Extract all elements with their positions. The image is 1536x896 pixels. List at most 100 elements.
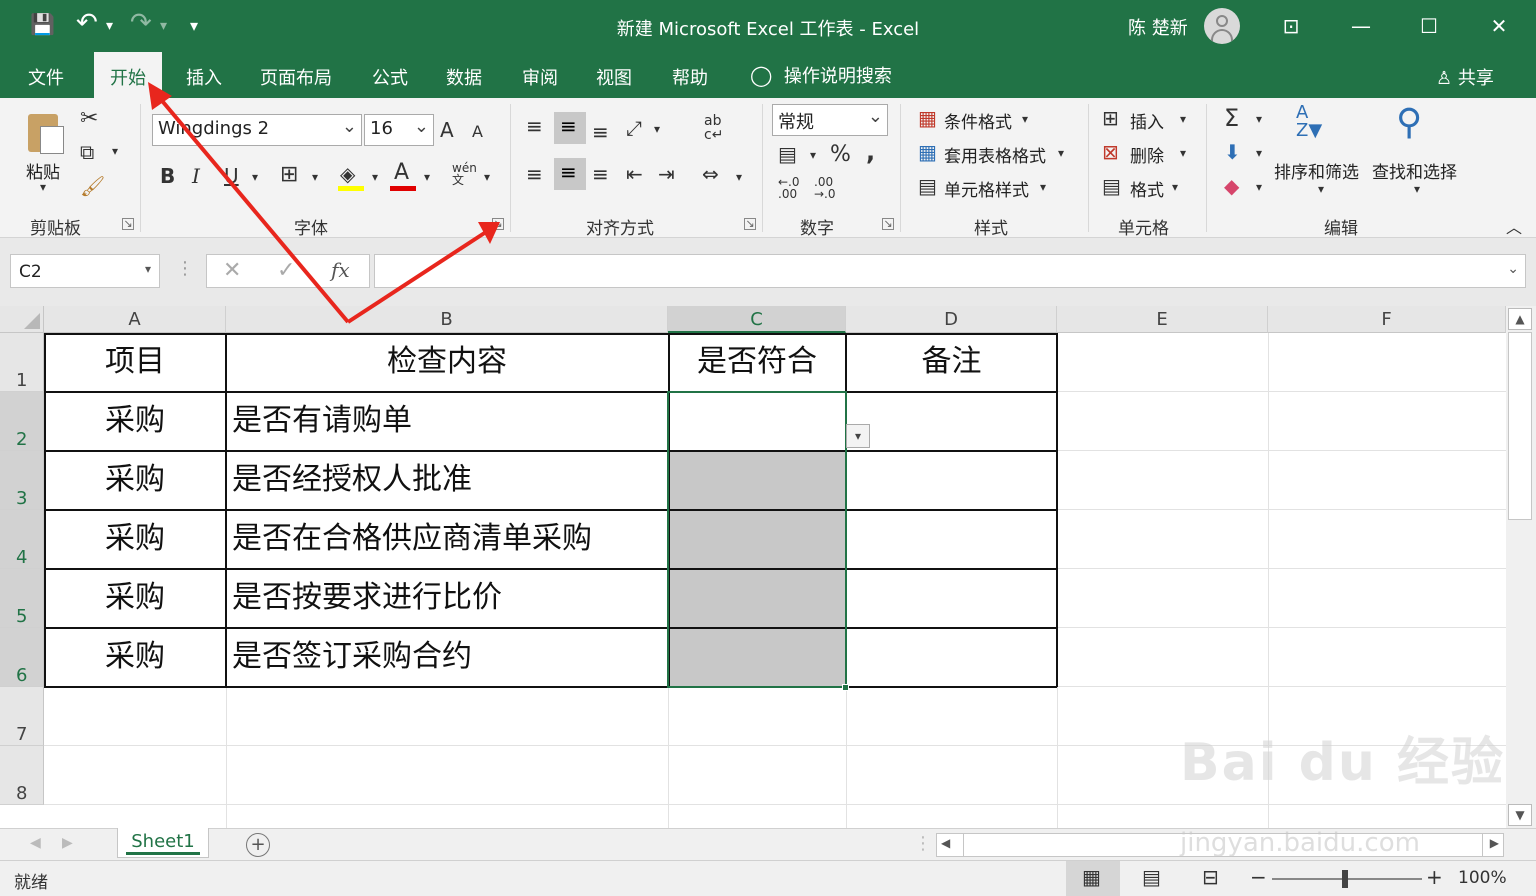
column-header-b[interactable]: B	[226, 306, 668, 333]
tab-insert[interactable]: 插入	[186, 64, 222, 90]
cell-a4[interactable]: 采购	[44, 510, 226, 569]
row-header-8[interactable]: 8	[0, 746, 44, 805]
cell-d4[interactable]	[846, 510, 1057, 569]
user-name[interactable]: 陈 楚新	[1128, 14, 1188, 40]
align-right-icon[interactable]: ≡	[592, 162, 609, 186]
align-center-button[interactable]: ≡	[554, 158, 586, 190]
format-as-table-button[interactable]: 套用表格格式	[944, 142, 1046, 167]
sheet-tab-sheet1[interactable]: Sheet1	[117, 828, 209, 858]
phonetic-guide-icon[interactable]: wén 文	[452, 162, 477, 186]
cell-b6[interactable]: 是否签订采购合约	[226, 628, 668, 687]
column-header-d[interactable]: D	[846, 306, 1057, 333]
font-color-icon[interactable]: A	[394, 160, 409, 185]
format-dropdown-icon[interactable]: ▾	[1172, 180, 1178, 194]
decrease-decimal-icon[interactable]: .00 →.0	[814, 176, 836, 200]
vertical-scrollbar[interactable]: ▲ ▼	[1506, 306, 1536, 828]
redo-dropdown-icon[interactable]: ▾	[160, 18, 167, 34]
ribbon-display-options-icon[interactable]: ⊡	[1268, 10, 1314, 42]
minimize-button[interactable]: —	[1338, 10, 1384, 42]
alignment-launcher-icon[interactable]: ↘	[744, 218, 756, 230]
cell-d6[interactable]	[846, 628, 1057, 687]
conditional-format-button[interactable]: 条件格式	[944, 108, 1012, 133]
vertical-scroll-thumb[interactable]	[1508, 332, 1532, 520]
orientation-icon[interactable]: ⤢	[626, 116, 642, 140]
underline-dropdown-icon[interactable]: ▾	[252, 170, 258, 184]
avatar[interactable]	[1204, 8, 1240, 44]
increase-indent-icon[interactable]: ⇥	[658, 162, 675, 186]
zoom-out-button[interactable]: −	[1250, 865, 1267, 889]
grow-font-icon[interactable]: A	[440, 118, 454, 142]
column-header-e[interactable]: E	[1057, 306, 1268, 333]
delete-dropdown-icon[interactable]: ▾	[1180, 146, 1186, 160]
cell-styles-dropdown-icon[interactable]: ▾	[1040, 180, 1046, 194]
phonetic-dropdown-icon[interactable]: ▾	[484, 170, 490, 184]
page-break-view-icon[interactable]: ⊟	[1202, 865, 1219, 889]
column-header-c[interactable]: C	[668, 306, 846, 333]
cell-a2[interactable]: 采购	[44, 392, 226, 451]
tab-file[interactable]: 文件	[28, 64, 64, 90]
row-header-7[interactable]: 7	[0, 687, 44, 746]
collapse-ribbon-icon[interactable]: ︿	[1506, 214, 1522, 238]
format-cells-icon[interactable]: ▤	[1102, 174, 1121, 198]
font-launcher-icon[interactable]: ↘	[492, 218, 504, 230]
cell-b5[interactable]: 是否按要求进行比价	[226, 569, 668, 628]
cell-d2[interactable]	[846, 392, 1057, 451]
undo-dropdown-icon[interactable]: ▾	[106, 18, 113, 34]
splitter-icon[interactable]: ⋮	[914, 833, 932, 854]
fill-dropdown-icon[interactable]: ▾	[1256, 146, 1262, 160]
fill-icon[interactable]: ⬇	[1224, 140, 1241, 164]
next-sheet-icon[interactable]: ▶	[62, 835, 73, 851]
accounting-format-icon[interactable]: ▤	[778, 142, 797, 166]
tell-me-search[interactable]: ◯ 操作说明搜索	[750, 62, 892, 88]
paste-icon[interactable]	[26, 108, 66, 154]
orientation-dropdown-icon[interactable]: ▾	[654, 122, 660, 136]
font-size-select[interactable]: 16 ⌄	[364, 114, 434, 146]
clipboard-launcher-icon[interactable]: ↘	[122, 218, 134, 230]
tab-view[interactable]: 视图	[596, 64, 632, 90]
accounting-dropdown-icon[interactable]: ▾	[810, 148, 816, 162]
insert-function-icon[interactable]: fx	[331, 258, 350, 282]
align-bottom-icon[interactable]: ≡	[592, 120, 609, 144]
zoom-in-button[interactable]: +	[1426, 865, 1443, 889]
fill-handle[interactable]	[842, 684, 849, 691]
cell-a6[interactable]: 采购	[44, 628, 226, 687]
zoom-level[interactable]: 100%	[1458, 868, 1507, 888]
cell-b3[interactable]: 是否经授权人批准	[226, 451, 668, 510]
undo-icon[interactable]: ↶	[76, 8, 98, 38]
comma-style-button[interactable]: ,	[866, 138, 875, 166]
close-button[interactable]: ✕	[1476, 10, 1522, 42]
row-header-3[interactable]: 3	[0, 451, 44, 510]
clear-dropdown-icon[interactable]: ▾	[1256, 180, 1262, 194]
scroll-down-icon[interactable]: ▼	[1508, 804, 1532, 826]
align-middle-button[interactable]: ≡	[554, 112, 586, 144]
row-header-4[interactable]: 4	[0, 510, 44, 569]
delete-cells-icon[interactable]: ⊠	[1102, 140, 1119, 164]
column-header-a[interactable]: A	[44, 306, 226, 333]
cell-a1[interactable]: 项目	[44, 333, 226, 392]
formula-input[interactable]: ⌄	[374, 254, 1526, 288]
merge-center-icon[interactable]: ⇔	[702, 162, 719, 186]
merge-dropdown-icon[interactable]: ▾	[736, 170, 742, 184]
cell-a3[interactable]: 采购	[44, 451, 226, 510]
tab-review[interactable]: 审阅	[522, 64, 558, 90]
column-header-f[interactable]: F	[1268, 306, 1506, 333]
borders-dropdown-icon[interactable]: ▾	[312, 170, 318, 184]
decrease-indent-icon[interactable]: ⇤	[626, 162, 643, 186]
scroll-left-icon[interactable]: ◀	[941, 836, 950, 850]
sort-filter-button[interactable]: 排序和筛选	[1274, 158, 1359, 183]
name-box[interactable]: C2 ▾	[10, 254, 160, 288]
sort-filter-icon[interactable]: A Z▼	[1296, 104, 1322, 140]
format-cells-button[interactable]: 格式	[1130, 176, 1164, 201]
insert-dropdown-icon[interactable]: ▾	[1180, 112, 1186, 126]
cell-d5[interactable]	[846, 569, 1057, 628]
customize-qat-icon[interactable]: ▾	[190, 16, 198, 35]
cell-c1[interactable]: 是否符合	[668, 333, 846, 392]
scroll-up-icon[interactable]: ▲	[1508, 308, 1532, 330]
cell-styles-button[interactable]: 单元格样式	[944, 176, 1029, 201]
format-as-table-icon[interactable]: ▦	[918, 140, 937, 164]
cell-b4[interactable]: 是否在合格供应商清单采购	[226, 510, 668, 569]
insert-cells-icon[interactable]: ⊞	[1102, 106, 1119, 130]
save-icon[interactable]: 💾	[30, 12, 55, 36]
tab-data[interactable]: 数据	[446, 64, 482, 90]
copy-icon[interactable]: ⧉	[80, 140, 94, 164]
